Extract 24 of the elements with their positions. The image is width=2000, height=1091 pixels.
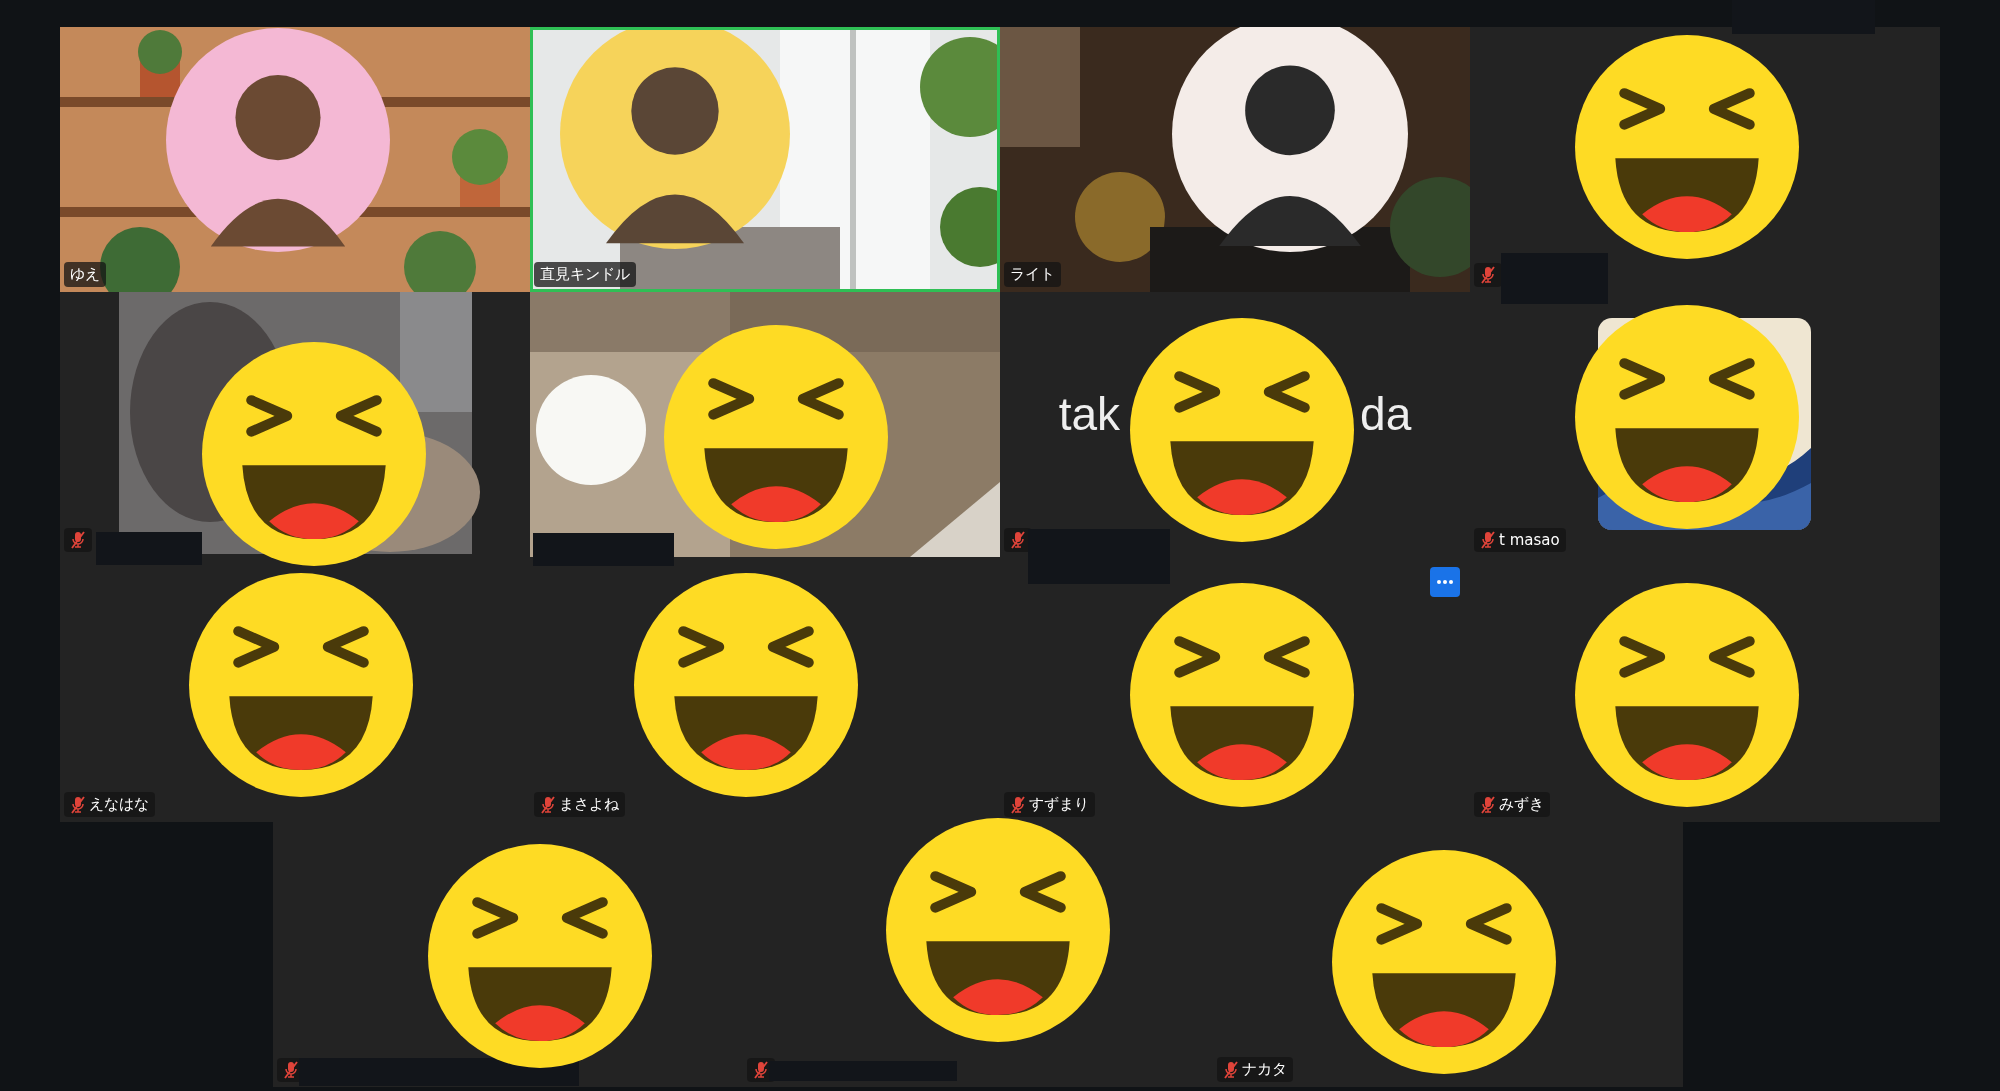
participant-name-text: tak [1058, 387, 1121, 441]
participant-name: t masao [1499, 531, 1560, 549]
more-button[interactable] [1430, 567, 1460, 597]
participant-name: ライト [1010, 265, 1055, 284]
participant-name: 直見キンドル [540, 265, 630, 284]
muted-mic-icon [1010, 795, 1026, 814]
muted-mic-icon [1010, 531, 1026, 549]
muted-mic-icon [1223, 1060, 1239, 1079]
participant-name: ゆえ [70, 265, 100, 284]
muted-mic-icon [70, 795, 86, 814]
participant-name: ナカタ [1242, 1060, 1287, 1079]
more-icon [1437, 580, 1453, 584]
muted-mic-icon [753, 1061, 769, 1079]
muted-mic-icon [283, 1061, 299, 1079]
participant-name: すずまり [1029, 795, 1089, 814]
muted-mic-icon [1480, 266, 1496, 284]
muted-mic-icon [540, 795, 556, 814]
muted-mic-icon [1480, 795, 1496, 814]
participant-name: みずき [1499, 795, 1544, 814]
muted-mic-icon [70, 531, 86, 549]
participant-name-text: da [1360, 387, 1412, 441]
participant-name: まさよね [559, 795, 619, 814]
muted-mic-icon [1480, 531, 1496, 549]
participant-name: えなはな [89, 795, 149, 814]
